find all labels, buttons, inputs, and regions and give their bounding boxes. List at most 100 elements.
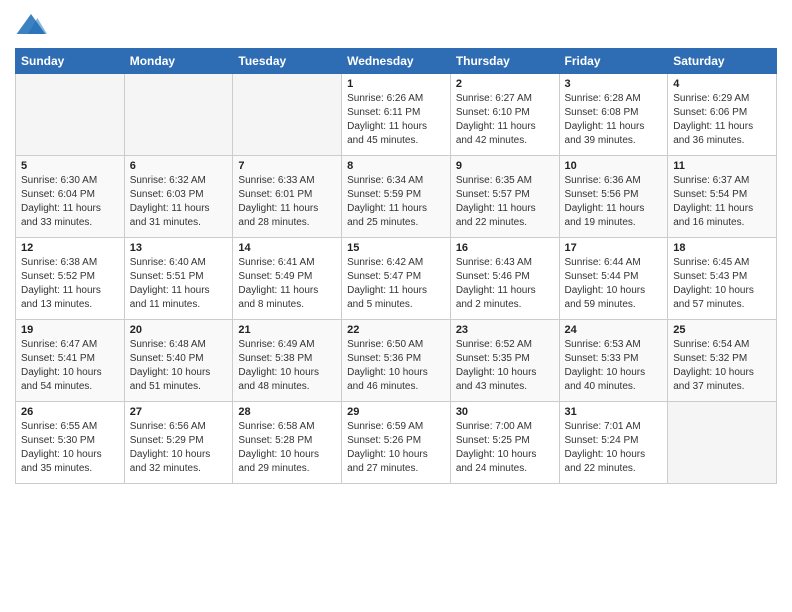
day-info: Sunrise: 7:01 AM Sunset: 5:24 PM Dayligh…	[565, 420, 663, 476]
day-info: Sunrise: 6:44 AM Sunset: 5:44 PM Dayligh…	[565, 256, 663, 312]
day-cell: 6 Sunrise: 6:32 AM Sunset: 6:03 PM Daylig…	[124, 156, 233, 238]
day-info: Sunrise: 6:35 AM Sunset: 5:57 PM Dayligh…	[456, 174, 554, 230]
page: SundayMondayTuesdayWednesdayThursdayFrid…	[0, 0, 792, 612]
day-cell	[668, 402, 777, 484]
day-cell: 31 Sunrise: 7:01 AM Sunset: 5:24 PM Dayli…	[559, 402, 668, 484]
day-cell	[124, 74, 233, 156]
day-number: 13	[130, 242, 228, 254]
col-header-monday: Monday	[124, 49, 233, 74]
day-number: 10	[565, 160, 663, 172]
day-cell: 7 Sunrise: 6:33 AM Sunset: 6:01 PM Daylig…	[233, 156, 342, 238]
day-cell: 10 Sunrise: 6:36 AM Sunset: 5:56 PM Dayli…	[559, 156, 668, 238]
day-cell: 14 Sunrise: 6:41 AM Sunset: 5:49 PM Dayli…	[233, 238, 342, 320]
header-row: SundayMondayTuesdayWednesdayThursdayFrid…	[16, 49, 777, 74]
day-info: Sunrise: 6:29 AM Sunset: 6:06 PM Dayligh…	[673, 92, 771, 148]
day-cell: 8 Sunrise: 6:34 AM Sunset: 5:59 PM Daylig…	[342, 156, 451, 238]
day-number: 8	[347, 160, 445, 172]
day-cell: 21Sunrise: 6:49 AM Sunset: 5:38 PM Dayli…	[233, 320, 342, 402]
day-cell: 26 Sunrise: 6:55 AM Sunset: 5:30 PM Dayli…	[16, 402, 125, 484]
day-number: 2	[456, 78, 554, 90]
col-header-wednesday: Wednesday	[342, 49, 451, 74]
day-number: 24	[565, 324, 663, 336]
day-number: 12	[21, 242, 119, 254]
day-info: Sunrise: 6:32 AM Sunset: 6:03 PM Dayligh…	[130, 174, 228, 230]
day-cell: 19 Sunrise: 6:47 AM Sunset: 5:41 PM Dayli…	[16, 320, 125, 402]
day-cell: 17 Sunrise: 6:44 AM Sunset: 5:44 PM Dayli…	[559, 238, 668, 320]
logo	[15, 10, 51, 42]
day-number: 9	[456, 160, 554, 172]
day-number: 19	[21, 324, 119, 336]
day-info: Sunrise: 6:56 AM Sunset: 5:29 PM Dayligh…	[130, 420, 228, 476]
day-number: 25	[673, 324, 771, 336]
day-cell	[233, 74, 342, 156]
day-cell: 16 Sunrise: 6:43 AM Sunset: 5:46 PM Dayli…	[450, 238, 559, 320]
day-cell	[16, 74, 125, 156]
day-number: 18	[673, 242, 771, 254]
day-info: Sunrise: 6:45 AM Sunset: 5:43 PM Dayligh…	[673, 256, 771, 312]
day-cell: 9 Sunrise: 6:35 AM Sunset: 5:57 PM Daylig…	[450, 156, 559, 238]
day-cell: 11Sunrise: 6:37 AM Sunset: 5:54 PM Dayli…	[668, 156, 777, 238]
day-info: Sunrise: 6:26 AM Sunset: 6:11 PM Dayligh…	[347, 92, 445, 148]
day-info: Sunrise: 6:41 AM Sunset: 5:49 PM Dayligh…	[238, 256, 336, 312]
day-number: 6	[130, 160, 228, 172]
day-cell: 25Sunrise: 6:54 AM Sunset: 5:32 PM Dayli…	[668, 320, 777, 402]
day-info: Sunrise: 6:42 AM Sunset: 5:47 PM Dayligh…	[347, 256, 445, 312]
day-number: 31	[565, 406, 663, 418]
day-info: Sunrise: 6:27 AM Sunset: 6:10 PM Dayligh…	[456, 92, 554, 148]
week-row-5: 26 Sunrise: 6:55 AM Sunset: 5:30 PM Dayli…	[16, 402, 777, 484]
day-info: Sunrise: 6:52 AM Sunset: 5:35 PM Dayligh…	[456, 338, 554, 394]
day-cell: 20 Sunrise: 6:48 AM Sunset: 5:40 PM Dayli…	[124, 320, 233, 402]
day-number: 16	[456, 242, 554, 254]
col-header-saturday: Saturday	[668, 49, 777, 74]
day-cell: 18 Sunrise: 6:45 AM Sunset: 5:43 PM Dayli…	[668, 238, 777, 320]
day-info: Sunrise: 6:38 AM Sunset: 5:52 PM Dayligh…	[21, 256, 119, 312]
day-cell: 3Sunrise: 6:28 AM Sunset: 6:08 PM Daylig…	[559, 74, 668, 156]
day-cell: 2 Sunrise: 6:27 AM Sunset: 6:10 PM Daylig…	[450, 74, 559, 156]
day-cell: 22 Sunrise: 6:50 AM Sunset: 5:36 PM Dayli…	[342, 320, 451, 402]
col-header-thursday: Thursday	[450, 49, 559, 74]
day-number: 5	[21, 160, 119, 172]
day-cell: 24 Sunrise: 6:53 AM Sunset: 5:33 PM Dayli…	[559, 320, 668, 402]
day-info: Sunrise: 6:30 AM Sunset: 6:04 PM Dayligh…	[21, 174, 119, 230]
day-info: Sunrise: 6:47 AM Sunset: 5:41 PM Dayligh…	[21, 338, 119, 394]
day-number: 7	[238, 160, 336, 172]
week-row-2: 5 Sunrise: 6:30 AM Sunset: 6:04 PM Daylig…	[16, 156, 777, 238]
day-number: 22	[347, 324, 445, 336]
day-cell: 13Sunrise: 6:40 AM Sunset: 5:51 PM Dayli…	[124, 238, 233, 320]
week-row-3: 12 Sunrise: 6:38 AM Sunset: 5:52 PM Dayli…	[16, 238, 777, 320]
day-info: Sunrise: 6:34 AM Sunset: 5:59 PM Dayligh…	[347, 174, 445, 230]
day-cell: 27 Sunrise: 6:56 AM Sunset: 5:29 PM Dayli…	[124, 402, 233, 484]
day-cell: 4Sunrise: 6:29 AM Sunset: 6:06 PM Daylig…	[668, 74, 777, 156]
day-number: 30	[456, 406, 554, 418]
day-number: 29	[347, 406, 445, 418]
day-info: Sunrise: 6:48 AM Sunset: 5:40 PM Dayligh…	[130, 338, 228, 394]
day-info: Sunrise: 6:59 AM Sunset: 5:26 PM Dayligh…	[347, 420, 445, 476]
header	[15, 10, 777, 42]
calendar-table: SundayMondayTuesdayWednesdayThursdayFrid…	[15, 48, 777, 484]
day-info: Sunrise: 6:43 AM Sunset: 5:46 PM Dayligh…	[456, 256, 554, 312]
day-info: Sunrise: 6:50 AM Sunset: 5:36 PM Dayligh…	[347, 338, 445, 394]
day-cell: 1 Sunrise: 6:26 AM Sunset: 6:11 PM Daylig…	[342, 74, 451, 156]
day-info: Sunrise: 6:53 AM Sunset: 5:33 PM Dayligh…	[565, 338, 663, 394]
day-info: Sunrise: 6:55 AM Sunset: 5:30 PM Dayligh…	[21, 420, 119, 476]
day-cell: 12 Sunrise: 6:38 AM Sunset: 5:52 PM Dayli…	[16, 238, 125, 320]
col-header-tuesday: Tuesday	[233, 49, 342, 74]
day-cell: 5 Sunrise: 6:30 AM Sunset: 6:04 PM Daylig…	[16, 156, 125, 238]
day-number: 1	[347, 78, 445, 90]
day-cell: 28Sunrise: 6:58 AM Sunset: 5:28 PM Dayli…	[233, 402, 342, 484]
day-info: Sunrise: 6:49 AM Sunset: 5:38 PM Dayligh…	[238, 338, 336, 394]
day-info: Sunrise: 6:33 AM Sunset: 6:01 PM Dayligh…	[238, 174, 336, 230]
day-info: Sunrise: 6:36 AM Sunset: 5:56 PM Dayligh…	[565, 174, 663, 230]
day-number: 23	[456, 324, 554, 336]
day-number: 15	[347, 242, 445, 254]
week-row-4: 19 Sunrise: 6:47 AM Sunset: 5:41 PM Dayli…	[16, 320, 777, 402]
day-number: 26	[21, 406, 119, 418]
day-number: 17	[565, 242, 663, 254]
day-number: 20	[130, 324, 228, 336]
day-info: Sunrise: 7:00 AM Sunset: 5:25 PM Dayligh…	[456, 420, 554, 476]
day-info: Sunrise: 6:58 AM Sunset: 5:28 PM Dayligh…	[238, 420, 336, 476]
day-cell: 29 Sunrise: 6:59 AM Sunset: 5:26 PM Dayli…	[342, 402, 451, 484]
day-number: 14	[238, 242, 336, 254]
col-header-sunday: Sunday	[16, 49, 125, 74]
day-number: 27	[130, 406, 228, 418]
